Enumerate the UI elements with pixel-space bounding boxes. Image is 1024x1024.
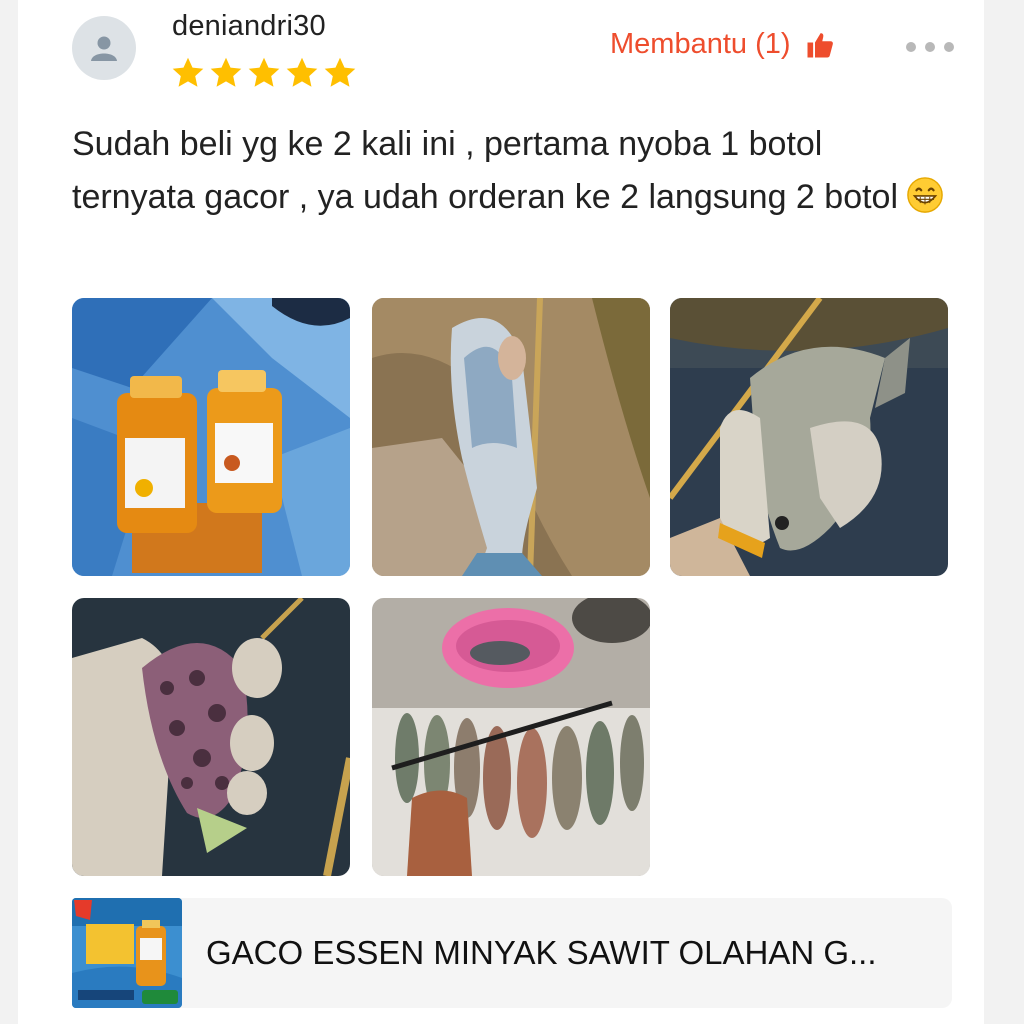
product-name: GACO ESSEN MINYAK SAWIT OLAHAN G... <box>206 934 877 971</box>
product-link[interactable]: GACO ESSEN MINYAK SAWIT OLAHAN G... <box>72 898 952 1008</box>
review-text: Sudah beli yg ke 2 kali ini , pertama ny… <box>72 125 899 216</box>
star-icon <box>248 57 280 87</box>
helpful-label: Membantu (1) <box>610 28 791 60</box>
star-icon <box>172 57 204 87</box>
review-text-block: Sudah beli yg ke 2 kali ini , pertama ny… <box>72 118 952 224</box>
rating-stars <box>170 55 358 91</box>
star-icon <box>210 57 242 87</box>
more-dot <box>925 42 935 52</box>
review-photo-1[interactable] <box>72 298 350 576</box>
more-options-icon[interactable] <box>906 34 954 60</box>
thumbs-up-icon <box>807 32 833 57</box>
product-image <box>72 898 182 1008</box>
star-icon <box>286 57 318 87</box>
avatar[interactable] <box>72 16 136 80</box>
helpful-button[interactable]: Membantu (1) <box>610 28 835 61</box>
more-dot <box>906 42 916 52</box>
fish-catch-image <box>372 598 650 876</box>
user-icon <box>91 36 117 61</box>
review-photo-3[interactable] <box>670 298 948 576</box>
review-card: deniandri30 Membantu (1) Sudah beli yg k… <box>18 0 984 1024</box>
tilapia-gloved-hand-image <box>670 298 948 576</box>
review-photo-4[interactable] <box>72 598 350 876</box>
product-thumbnail <box>72 898 182 1008</box>
reviewer-username[interactable]: deniandri30 <box>172 10 326 43</box>
more-dot <box>944 42 954 52</box>
bait-bottles-image <box>72 298 350 576</box>
grinning-face-icon <box>907 177 943 213</box>
star-icon <box>324 57 356 87</box>
review-photo-5[interactable] <box>372 598 650 876</box>
silver-fish-image <box>372 298 650 576</box>
spotted-fish-image <box>72 598 350 876</box>
review-photo-2[interactable] <box>372 298 650 576</box>
